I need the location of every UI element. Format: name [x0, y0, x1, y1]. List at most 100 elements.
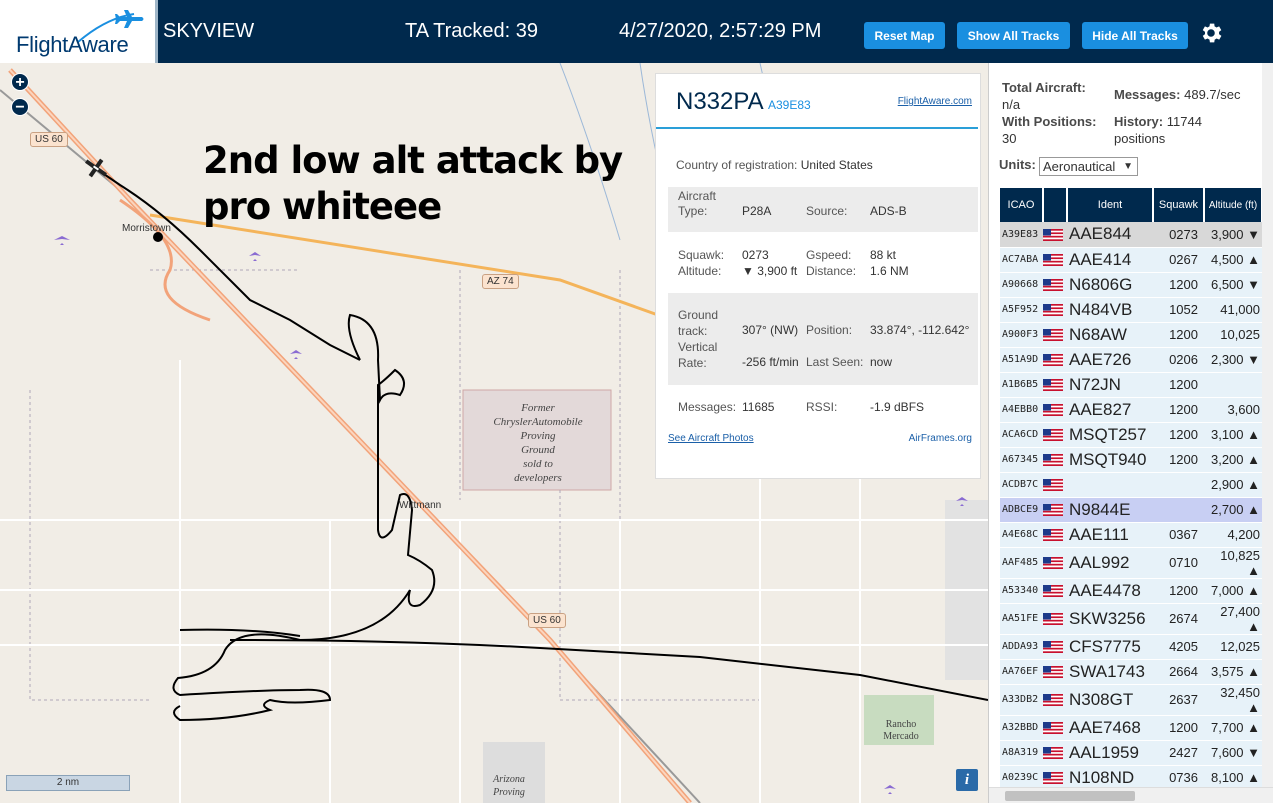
icao-cell: A32BBD: [1000, 715, 1043, 741]
flag-cell: [1043, 634, 1067, 660]
show-all-tracks-button[interactable]: Show All Tracks: [957, 22, 1070, 49]
table-row[interactable]: A1B6B5 N72JN 1200: [1000, 372, 1262, 398]
flightaware-link[interactable]: FlightAware.com: [898, 96, 972, 107]
us-flag-icon: [1043, 694, 1063, 707]
aircraft-info-popup: N332PA A39E83 FlightAware.com Country of…: [655, 73, 981, 479]
distance-value: 1.6 NM: [870, 264, 909, 278]
see-aircraft-photos-link[interactable]: See Aircraft Photos: [668, 433, 754, 444]
table-row[interactable]: AA76EF SWA1743 2664 3,575 ▲: [1000, 659, 1262, 685]
altitude-cell: 2,900 ▲: [1204, 472, 1262, 498]
flag-cell: [1043, 322, 1067, 348]
horizontal-scrollbar[interactable]: [989, 787, 1273, 803]
info-icon[interactable]: i: [956, 769, 978, 791]
table-row[interactable]: A4EBB0 AAE827 1200 3,600: [1000, 397, 1262, 423]
gspeed-label: Gspeed:: [806, 248, 852, 262]
col-icao[interactable]: ICAO: [1000, 188, 1044, 222]
vertical-scrollbar[interactable]: [1262, 63, 1273, 787]
table-row[interactable]: ADBCE9 N9844E 2,700 ▲: [1000, 497, 1262, 523]
table-row[interactable]: ADDA93 CFS7775 4205 12,025: [1000, 634, 1262, 660]
table-row[interactable]: A5F952 N484VB 1052 41,000: [1000, 297, 1262, 323]
us-flag-icon: [1043, 747, 1063, 760]
flightaware-logo[interactable]: FlightAware: [0, 0, 158, 63]
us-flag-icon: [1043, 529, 1063, 542]
route-shield-us60: US 60: [30, 132, 68, 147]
ident-cell: AAE827: [1067, 397, 1153, 423]
icao-cell: A5F952: [1000, 297, 1043, 323]
squawk-cell: 0206: [1153, 347, 1204, 373]
icao-cell: AA51FE: [1000, 603, 1043, 635]
messages-stat: Messages: 489.7/sec: [1114, 87, 1241, 102]
col-squawk[interactable]: Squawk: [1153, 188, 1205, 222]
us-flag-icon: [1043, 772, 1063, 785]
ident-cell: [1067, 472, 1153, 498]
ident-cell: N308GT: [1067, 684, 1153, 716]
col-ident[interactable]: Ident: [1067, 188, 1154, 222]
table-row[interactable]: ACDB7C 2,900 ▲: [1000, 472, 1262, 498]
table-row[interactable]: ACA6CD MSQT257 1200 3,100 ▲: [1000, 422, 1262, 448]
flag-cell: [1043, 447, 1067, 473]
rssi-value: -1.9 dBFS: [870, 400, 925, 414]
ident-cell: AAL1959: [1067, 740, 1153, 766]
squawk-cell: 1200: [1153, 272, 1204, 298]
rssi-label: RSSI:: [806, 400, 838, 414]
flag-cell: [1043, 740, 1067, 766]
table-row[interactable]: A53340 AAE4478 1200 7,000 ▲: [1000, 578, 1262, 604]
area-label-rancho-mercado: Rancho Mercado: [883, 719, 919, 742]
aircraft-sidebar: Total Aircraft: n/a Messages: 489.7/sec W…: [988, 63, 1273, 803]
us-flag-icon: [1043, 641, 1063, 654]
icao-cell: AC7ABA: [1000, 247, 1043, 273]
table-row[interactable]: A900F3 N68AW 1200 10,025: [1000, 322, 1262, 348]
icao-cell: AAF485: [1000, 547, 1043, 579]
reset-map-button[interactable]: Reset Map: [864, 22, 945, 49]
icao-cell: A33DB2: [1000, 684, 1043, 716]
us-flag-icon: [1043, 329, 1063, 342]
scrollbar-thumb[interactable]: [1005, 791, 1135, 801]
popup-hex[interactable]: A39E83: [768, 98, 811, 112]
flag-cell: [1043, 222, 1067, 248]
vrate-value: -256 ft/min: [742, 355, 799, 369]
table-row[interactable]: A90668 N6806G 1200 6,500 ▼: [1000, 272, 1262, 298]
us-flag-icon: [1043, 429, 1063, 442]
table-row[interactable]: A51A9D AAE726 0206 2,300 ▼: [1000, 347, 1262, 373]
flag-cell: [1043, 422, 1067, 448]
table-row[interactable]: A32BBD AAE7468 1200 7,700 ▲: [1000, 715, 1262, 741]
ident-cell: AAE844: [1067, 222, 1153, 248]
messages-value: 11685: [742, 400, 775, 414]
table-row[interactable]: AA51FE SKW3256 2674 27,400 ▲: [1000, 603, 1262, 635]
total-aircraft-stat: Total Aircraft: n/a: [1002, 80, 1086, 112]
table-row[interactable]: A39E83 AAE844 0273 3,900 ▼: [1000, 222, 1262, 248]
units-select[interactable]: Aeronautical ▼: [1039, 157, 1138, 176]
altitude-value: ▼ 3,900 ft: [742, 264, 798, 278]
airframes-link[interactable]: AirFrames.org: [909, 433, 972, 444]
hide-all-tracks-button[interactable]: Hide All Tracks: [1082, 22, 1188, 49]
table-row[interactable]: A33DB2 N308GT 2637 32,450 ▲: [1000, 684, 1262, 716]
zoom-in-button[interactable]: +: [11, 73, 29, 91]
map-view[interactable]: US 60 AZ 74 US 60 Morristown Wittmann Fo…: [0, 63, 988, 803]
flag-cell: [1043, 547, 1067, 579]
logo-text: FlightAware: [16, 32, 129, 57]
icao-cell: ADBCE9: [1000, 497, 1043, 523]
aircraft-table: ICAO Ident Squawk Altitude (ft) A39E83 AA…: [1000, 188, 1263, 803]
area-label-arizona-proving: Arizona Proving: [493, 774, 525, 798]
table-row[interactable]: A67345 MSQT940 1200 3,200 ▲: [1000, 447, 1262, 473]
table-row[interactable]: A8A319 AAL1959 2427 7,600 ▼: [1000, 740, 1262, 766]
icao-cell: A4EBB0: [1000, 397, 1043, 423]
us-flag-icon: [1043, 557, 1063, 570]
table-row[interactable]: AC7ABA AAE414 0267 4,500 ▲: [1000, 247, 1262, 273]
flag-cell: [1043, 297, 1067, 323]
vrate-label: Vertical Rate:: [678, 340, 718, 370]
with-positions-stat: With Positions: 30: [1002, 114, 1097, 146]
track-label: Ground track:: [678, 308, 719, 338]
squawk-cell: 0267: [1153, 247, 1204, 273]
country-row: Country of registration: United States: [676, 158, 873, 172]
table-row[interactable]: A4E68C AAE111 0367 4,200: [1000, 522, 1262, 548]
gear-icon[interactable]: [1198, 20, 1224, 46]
app-name: SKYVIEW: [163, 20, 255, 42]
zoom-out-button[interactable]: −: [11, 98, 29, 116]
altitude-cell: 4,500 ▲: [1204, 247, 1262, 273]
flag-cell: [1043, 272, 1067, 298]
icao-cell: A39E83: [1000, 222, 1043, 248]
table-row[interactable]: AAF485 AAL992 0710 10,825 ▲: [1000, 547, 1262, 579]
flag-cell: [1043, 578, 1067, 604]
col-altitude[interactable]: Altitude (ft): [1204, 188, 1263, 222]
